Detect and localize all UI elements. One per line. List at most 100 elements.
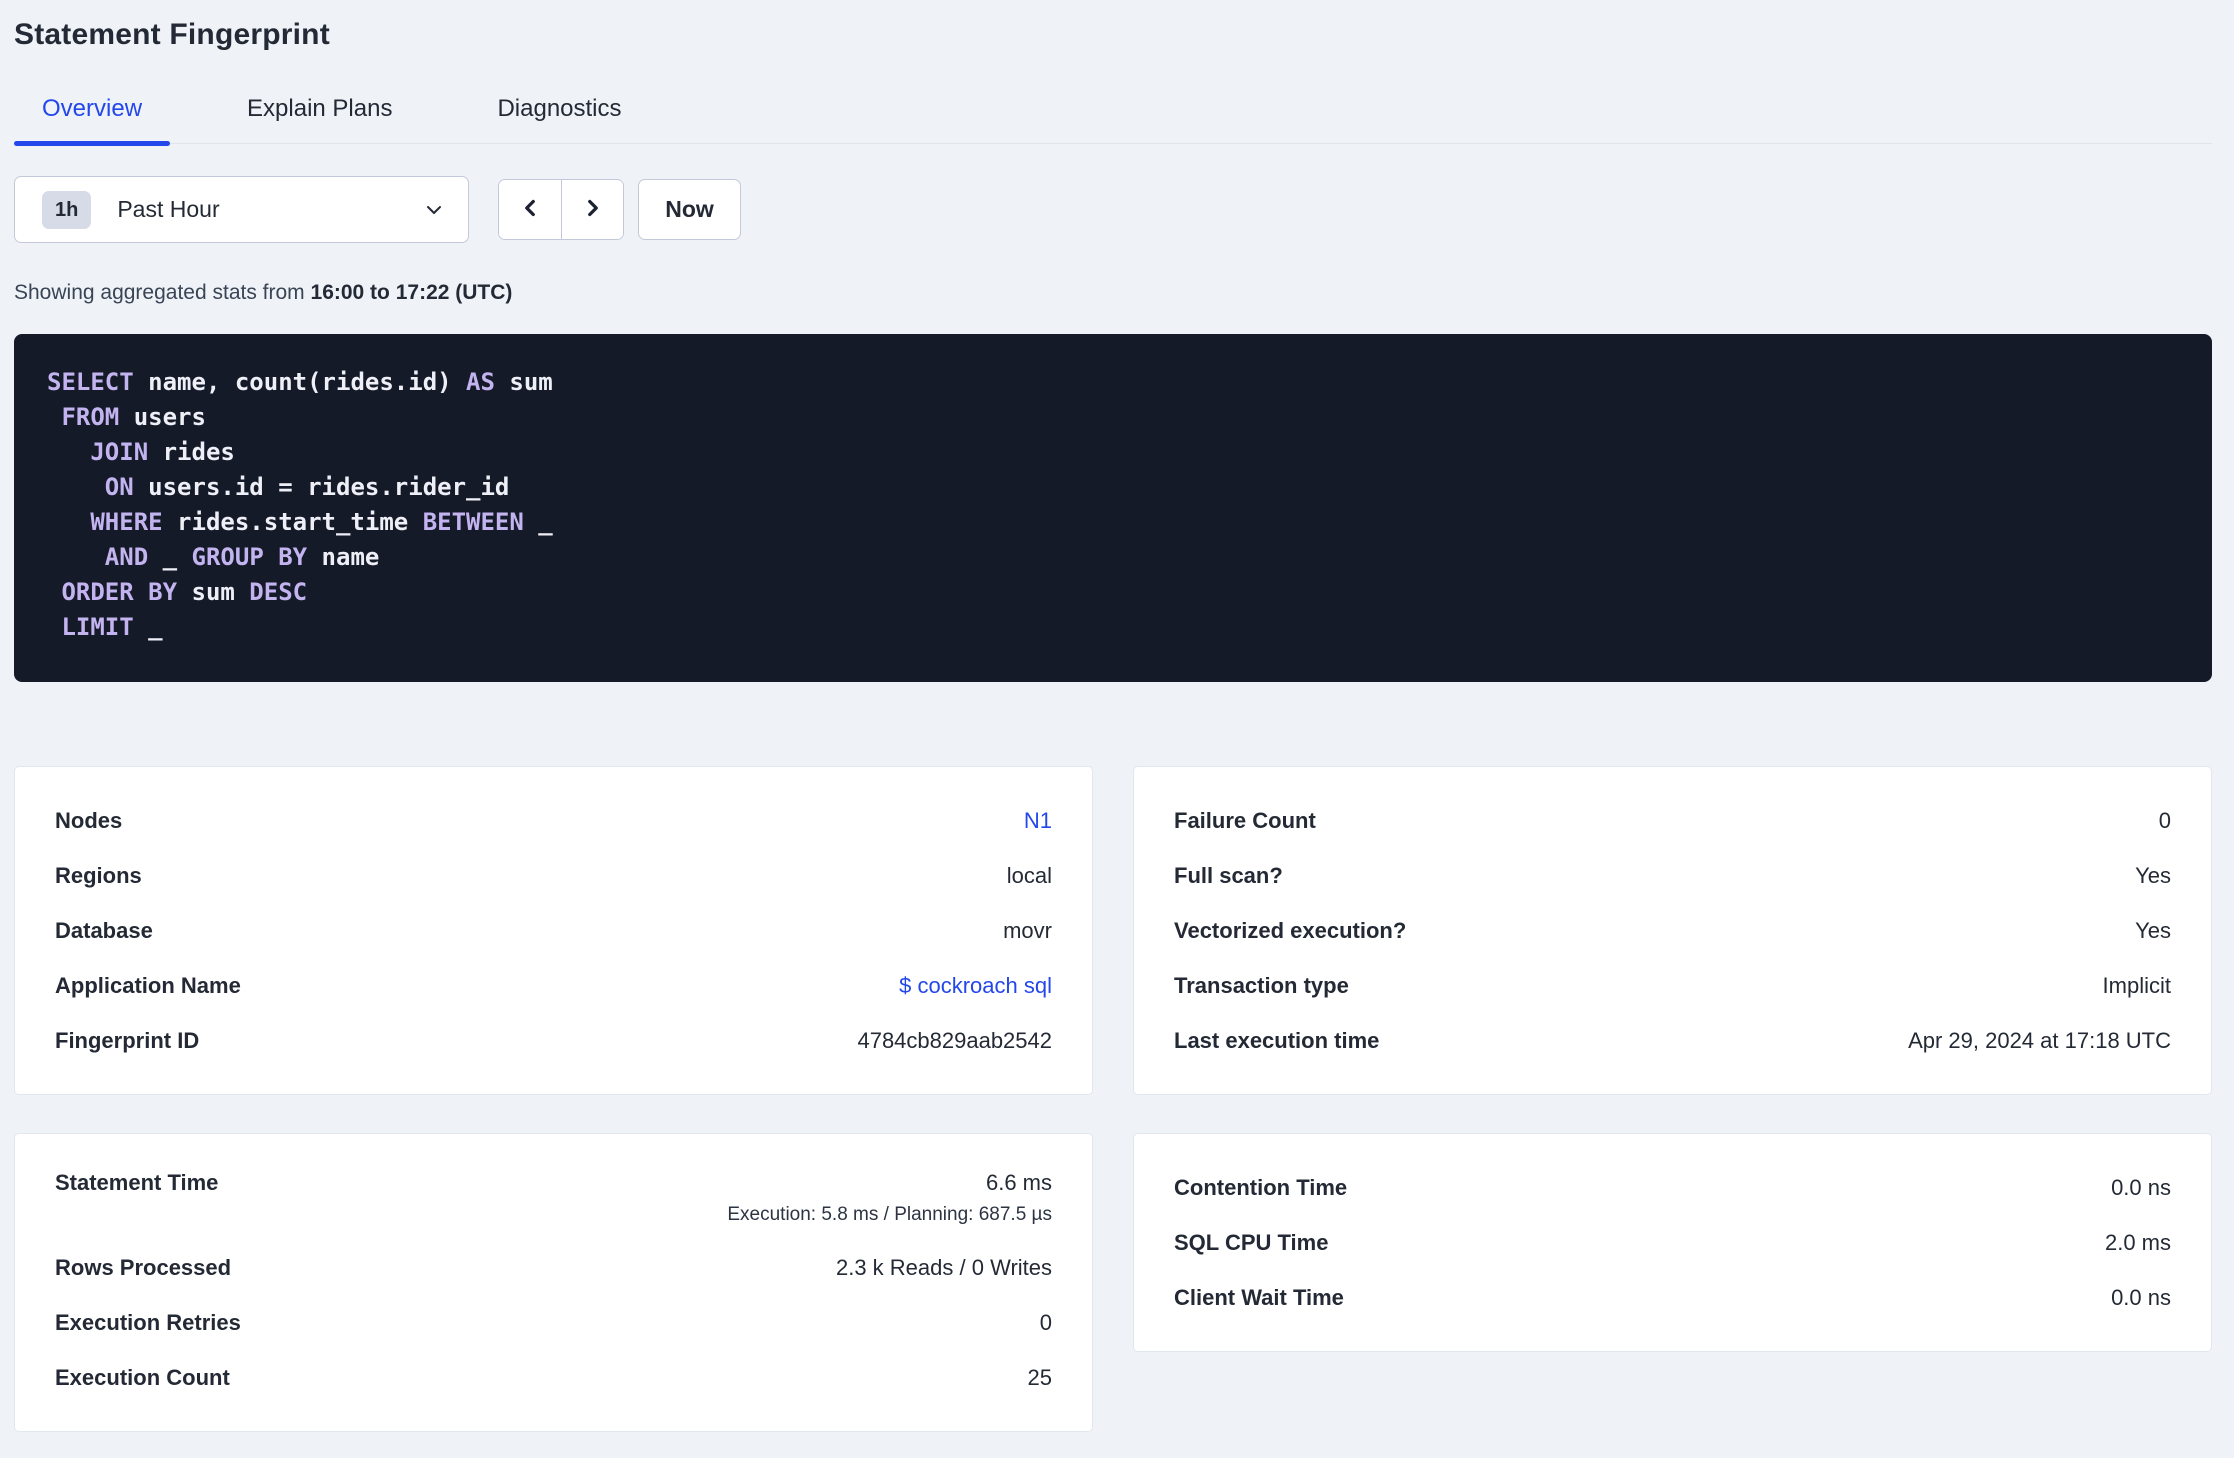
- stat-row-sql-cpu-time: SQL CPU Time 2.0 ms: [1174, 1215, 2171, 1270]
- tab-overview[interactable]: Overview: [14, 94, 171, 146]
- sql-token: AS: [466, 368, 495, 396]
- statement-fingerprint-page: Statement Fingerprint Overview Explain P…: [0, 0, 2234, 1432]
- page-title: Statement Fingerprint: [14, 18, 330, 51]
- sql-token: FROM: [47, 403, 120, 431]
- sql-line: ON users.id = rides.rider_id: [47, 470, 2179, 505]
- stat-value: 6.6 ms: [985, 1170, 1052, 1195]
- stat-value: Yes: [2135, 917, 2171, 943]
- time-range-dropdown[interactable]: 1h Past Hour: [14, 176, 469, 243]
- tab-bar: Overview Explain Plans Diagnostics: [14, 94, 2212, 146]
- application-name-link[interactable]: $ cockroach sql: [899, 973, 1052, 999]
- time-range-label: Past Hour: [117, 196, 220, 222]
- sql-line: SELECT name, count(rides.id) AS sum: [47, 365, 2179, 400]
- stat-value: Apr 29, 2024 at 17:18 UTC: [1908, 1027, 2171, 1053]
- stat-label: Statement Time: [55, 1170, 219, 1195]
- stat-label: Transaction type: [1174, 972, 1349, 998]
- node-link[interactable]: N1: [1024, 808, 1052, 834]
- sql-token: JOIN: [47, 438, 149, 466]
- aggregated-stats-range: 16:00 to 17:22 (UTC): [310, 281, 513, 304]
- time-toolbar: 1h Past Hour Now: [14, 176, 2212, 243]
- sql-token: sum: [177, 578, 250, 606]
- card-statement-info: Nodes N1 Regions local Database movr App…: [14, 766, 1093, 1095]
- chevron-left-icon: [517, 195, 543, 224]
- stat-row-fingerprint-id: Fingerprint ID 4784cb829aab2542: [55, 1013, 1052, 1068]
- stat-value: 0: [2158, 807, 2171, 833]
- card-execution-attributes: Failure Count 0 Full scan? Yes Vectorize…: [1133, 766, 2212, 1095]
- stat-label: Full scan?: [1174, 862, 1283, 888]
- time-next-button[interactable]: [561, 180, 623, 239]
- stat-label: Execution Count: [55, 1364, 230, 1390]
- stat-row-execution-retries: Execution Retries 0: [55, 1295, 1052, 1350]
- stat-row-execution-count: Execution Count 25: [55, 1350, 1052, 1405]
- stat-value: local: [1006, 862, 1052, 888]
- aggregated-stats-text: Showing aggregated stats from 16:00 to 1…: [14, 281, 2212, 305]
- stat-label: Nodes: [55, 807, 123, 833]
- aggregated-stats-prefix: Showing aggregated stats from: [14, 281, 311, 304]
- stat-row-transaction-type: Transaction type Implicit: [1174, 958, 2171, 1013]
- stat-row-vectorized: Vectorized execution? Yes: [1174, 903, 2171, 958]
- sql-statement-box: SELECT name, count(rides.id) AS sum FROM…: [14, 334, 2212, 682]
- stat-label: Last execution time: [1174, 1027, 1380, 1053]
- sql-token: LIMIT: [47, 613, 134, 641]
- sql-line: ORDER BY sum DESC: [47, 575, 2179, 610]
- stat-row-rows-processed: Rows Processed 2.3 k Reads / 0 Writes: [55, 1240, 1052, 1295]
- sql-line: AND _ GROUP BY name: [47, 540, 2179, 575]
- sql-token: SELECT: [47, 368, 134, 396]
- stat-row-full-scan: Full scan? Yes: [1174, 848, 2171, 903]
- sql-token: _: [133, 613, 163, 641]
- card-timing-stats: Contention Time 0.0 ns SQL CPU Time 2.0 …: [1133, 1133, 2212, 1352]
- stat-label: Contention Time: [1174, 1174, 1348, 1200]
- stat-value: 0.0 ns: [2111, 1284, 2171, 1310]
- stat-value: Implicit: [2102, 972, 2171, 998]
- tab-explain-plans[interactable]: Explain Plans: [219, 94, 420, 143]
- time-step-buttons: [498, 179, 624, 240]
- stat-value: 0: [1039, 1309, 1052, 1335]
- stat-row-last-execution-time: Last execution time Apr 29, 2024 at 17:1…: [1174, 1013, 2171, 1068]
- sql-token: DESC: [249, 578, 308, 606]
- stat-value-block: 6.6 ms Execution: 5.8 ms / Planning: 687…: [727, 1170, 1052, 1226]
- stat-value: movr: [1003, 917, 1052, 943]
- stat-row-contention-time: Contention Time 0.0 ns: [1174, 1160, 2171, 1215]
- sql-line: JOIN rides: [47, 435, 2179, 470]
- stat-row-nodes: Nodes N1: [55, 793, 1052, 848]
- stat-row-database: Database movr: [55, 903, 1052, 958]
- stat-value: 4784cb829aab2542: [857, 1027, 1052, 1053]
- sql-token: AND: [47, 543, 149, 571]
- sql-token: _: [523, 508, 553, 536]
- stat-label: Failure Count: [1174, 807, 1316, 833]
- now-button[interactable]: Now: [638, 179, 741, 240]
- stats-cards-grid: Nodes N1 Regions local Database movr App…: [14, 766, 2212, 1432]
- stat-value: 2.0 ms: [2104, 1229, 2171, 1255]
- stat-label: Execution Retries: [55, 1309, 241, 1335]
- stat-value: Yes: [2135, 862, 2171, 888]
- stat-label: Regions: [55, 862, 142, 888]
- chevron-right-icon: [580, 195, 606, 224]
- card-execution-stats: Statement Time 6.6 ms Execution: 5.8 ms …: [14, 1133, 1093, 1432]
- stat-label: Rows Processed: [55, 1254, 232, 1280]
- stat-label: Vectorized execution?: [1174, 917, 1407, 943]
- sql-line: WHERE rides.start_time BETWEEN _: [47, 505, 2179, 540]
- stat-label: Application Name: [55, 972, 241, 998]
- sql-token: rides.start_time: [162, 508, 423, 536]
- stat-row-application-name: Application Name $ cockroach sql: [55, 958, 1052, 1013]
- stat-label: Database: [55, 917, 153, 943]
- time-range-badge: 1h: [42, 190, 92, 229]
- stat-row-statement-time: Statement Time 6.6 ms Execution: 5.8 ms …: [55, 1160, 1052, 1240]
- sql-token: rides: [148, 438, 235, 466]
- stat-row-regions: Regions local: [55, 848, 1052, 903]
- sql-token: users: [119, 403, 206, 431]
- active-tab-indicator: [14, 141, 171, 146]
- chevron-down-icon: [422, 198, 446, 222]
- sql-token: WHERE: [47, 508, 163, 536]
- tab-diagnostics[interactable]: Diagnostics: [469, 94, 649, 143]
- sql-token: ON: [47, 473, 134, 501]
- tab-explain-plans-label: Explain Plans: [247, 95, 393, 122]
- time-prev-button[interactable]: [499, 180, 561, 239]
- sql-line: FROM users: [47, 400, 2179, 435]
- sql-token: ORDER BY: [47, 578, 178, 606]
- sql-token: users.id = rides.rider_id: [133, 473, 510, 501]
- stat-row-failure-count: Failure Count 0: [1174, 793, 2171, 848]
- stat-row-client-wait-time: Client Wait Time 0.0 ns: [1174, 1270, 2171, 1325]
- sql-token: name, count(rides.id): [133, 368, 467, 396]
- tab-overview-label: Overview: [42, 95, 143, 122]
